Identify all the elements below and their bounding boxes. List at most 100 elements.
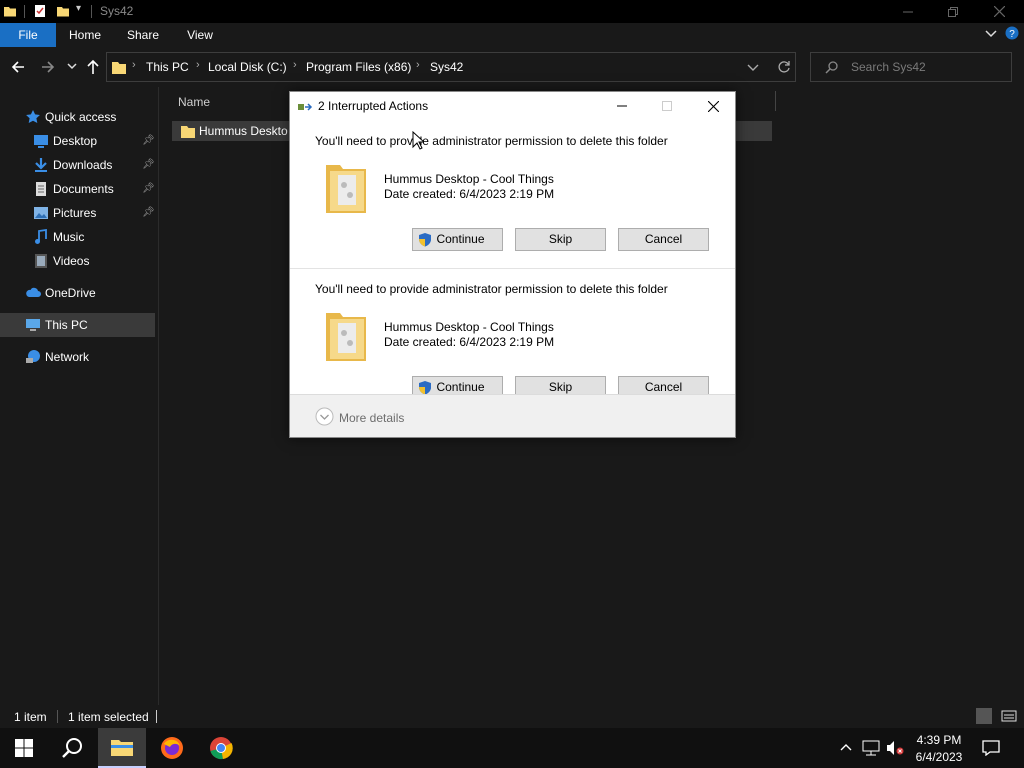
recent-locations-icon[interactable]: [67, 61, 77, 71]
ribbon-tabs: File Home Share View ?: [0, 23, 1024, 47]
back-arrow-icon[interactable]: [11, 60, 25, 74]
chevron-up-icon[interactable]: [840, 742, 852, 752]
column-divider[interactable]: [775, 91, 776, 111]
clock-time[interactable]: 4:39 PM: [909, 733, 969, 747]
item-date: Date created: 6/4/2023 2:19 PM: [384, 187, 555, 201]
search-placeholder: Search Sys42: [851, 60, 926, 74]
forward-arrow-icon[interactable]: [41, 60, 55, 74]
tab-file[interactable]: File: [0, 23, 56, 47]
sidebar-item-onedrive[interactable]: OneDrive: [0, 281, 155, 305]
breadcrumb-program-files[interactable]: Program Files (x86): [306, 60, 411, 74]
more-details-link[interactable]: More details: [339, 411, 404, 425]
new-folder-icon[interactable]: [56, 4, 70, 18]
pin-icon: 📌︎: [142, 183, 155, 194]
sidebar-item-pictures[interactable]: Pictures 📌︎: [0, 201, 155, 225]
item-count: 1 item: [14, 710, 47, 724]
desktop-icon: [33, 133, 49, 149]
large-icons-view-icon[interactable]: [1001, 708, 1017, 724]
divider: [91, 5, 92, 18]
folder-icon: [3, 4, 17, 18]
sidebar-item-desktop[interactable]: Desktop 📌︎: [0, 129, 155, 153]
properties-icon[interactable]: [33, 4, 47, 18]
cancel-button[interactable]: Cancel: [618, 228, 709, 251]
continue-label: Continue: [436, 232, 485, 246]
restore-button[interactable]: [930, 0, 976, 23]
notification-icon[interactable]: [982, 740, 1000, 756]
help-icon[interactable]: ?: [1005, 26, 1019, 40]
breadcrumb-this-pc[interactable]: This PC: [146, 60, 189, 74]
status-bar: 1 item 1 item selected: [0, 705, 1024, 728]
taskbar-chrome[interactable]: [197, 728, 245, 768]
file-operation-icon: [298, 102, 314, 114]
continue-button[interactable]: Continue: [412, 228, 503, 251]
sidebar-item-label: Desktop: [53, 134, 98, 148]
tab-share[interactable]: Share: [120, 23, 166, 47]
refresh-icon[interactable]: [777, 60, 791, 74]
computer-icon: [25, 317, 41, 333]
start-button[interactable]: [0, 728, 48, 768]
taskbar-firefox[interactable]: [148, 728, 196, 768]
sidebar-item-downloads[interactable]: Downloads 📌︎: [0, 153, 155, 177]
taskbar: 4:39 PM 6/4/2023: [0, 728, 1024, 768]
close-button[interactable]: [976, 0, 1022, 23]
customize-toolbar-icon[interactable]: ▾: [76, 3, 81, 14]
address-row: › This PC › Local Disk (C:) › Program Fi…: [0, 47, 1024, 87]
address-history-icon[interactable]: [747, 63, 759, 73]
skip-button[interactable]: Skip: [515, 376, 606, 394]
pin-icon: 📌︎: [142, 159, 155, 170]
chevron-right-icon: ›: [416, 59, 420, 71]
tab-view[interactable]: View: [177, 23, 223, 47]
item-name: Hummus Desktop - Cool Things: [384, 172, 554, 186]
continue-button[interactable]: Continue: [412, 376, 503, 394]
sidebar-item-network[interactable]: Network: [0, 345, 155, 369]
maximize-button: [645, 92, 689, 120]
search-button[interactable]: [48, 728, 96, 768]
search-box[interactable]: Search Sys42: [810, 52, 1012, 82]
clock-date[interactable]: 6/4/2023: [909, 750, 969, 764]
sidebar-item-documents[interactable]: Documents 📌︎: [0, 177, 155, 201]
music-icon: [33, 229, 49, 245]
interrupted-actions-dialog: 2 Interrupted Actions You'll need to pro…: [289, 91, 736, 438]
sidebar-item-videos[interactable]: Videos: [0, 249, 155, 273]
sidebar-item-label: Network: [45, 350, 90, 364]
minimize-button[interactable]: [600, 92, 644, 120]
divider: [57, 710, 58, 723]
taskbar-file-explorer[interactable]: [98, 728, 146, 768]
details-view-icon[interactable]: [976, 708, 992, 724]
sidebar-item-label: Videos: [53, 254, 90, 268]
tab-home[interactable]: Home: [62, 23, 108, 47]
file-explorer-icon: [111, 740, 133, 756]
divider: [290, 268, 735, 269]
firefox-icon: [161, 737, 183, 759]
divider: [24, 5, 25, 18]
column-header-name[interactable]: Name: [178, 95, 210, 109]
network-status-icon[interactable]: [862, 740, 880, 756]
cancel-button[interactable]: Cancel: [618, 376, 709, 394]
sidebar-item-label: Downloads: [53, 158, 113, 172]
more-details-bar: More details: [290, 394, 735, 437]
sidebar-item-label: Pictures: [53, 206, 97, 220]
close-button[interactable]: [691, 92, 735, 120]
chevron-right-icon: ›: [196, 59, 200, 71]
up-arrow-icon[interactable]: [86, 59, 100, 75]
minimize-button[interactable]: [885, 0, 931, 23]
sidebar-item-music[interactable]: Music: [0, 225, 155, 249]
volume-muted-icon[interactable]: [886, 740, 904, 756]
dialog-title: 2 Interrupted Actions: [318, 99, 429, 113]
sidebar-item-quick-access[interactable]: Quick access: [0, 105, 155, 129]
address-bar[interactable]: › This PC › Local Disk (C:) › Program Fi…: [106, 52, 796, 82]
divider: [156, 710, 157, 723]
selection-count: 1 item selected: [68, 710, 149, 724]
item-name: Hummus Desktop - Cool Things: [384, 320, 554, 334]
breadcrumb-local-disk[interactable]: Local Disk (C:): [208, 60, 287, 74]
expand-ribbon-icon[interactable]: [985, 27, 997, 39]
breadcrumb-sys42[interactable]: Sys42: [430, 60, 463, 74]
sidebar-item-label: This PC: [45, 318, 88, 332]
chevron-down-icon[interactable]: [315, 407, 334, 426]
documents-icon: [33, 181, 49, 197]
cloud-icon: [25, 285, 41, 301]
skip-button[interactable]: Skip: [515, 228, 606, 251]
entry-button-row: Continue Skip Cancel: [290, 375, 735, 394]
sidebar-item-this-pc[interactable]: This PC: [0, 313, 155, 337]
sidebar-item-label: Documents: [53, 182, 114, 196]
